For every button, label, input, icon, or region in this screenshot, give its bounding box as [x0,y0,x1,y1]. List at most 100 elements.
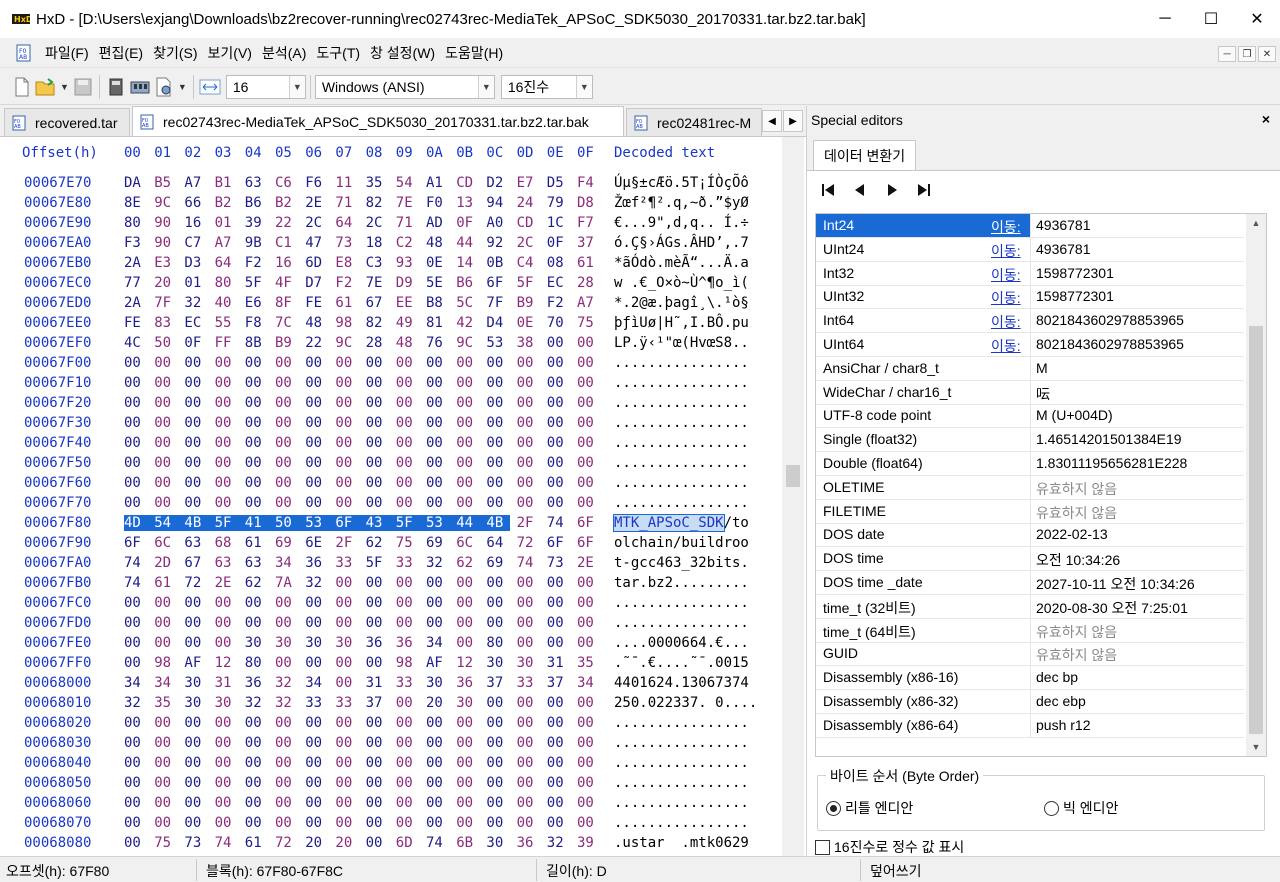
goto-link[interactable]: 이동: [991,288,1021,308]
hex-byte[interactable]: 00 [577,335,601,351]
hex-byte[interactable]: 00 [577,715,601,731]
hex-row[interactable]: 00068020 00 00 00 00 00 00 00 00 00 00 00 00 00 00 00 00… [0,715,790,735]
hex-byte[interactable]: A7 [184,175,208,191]
hex-byte[interactable]: 00 [517,735,541,751]
hex-byte[interactable]: 35 [577,655,601,671]
inspector-row[interactable]: Disassembly (x86-64) push r12 [816,713,1244,738]
tab-scroll-left-button[interactable]: ◀ [762,110,782,132]
hex-row[interactable]: 00068070 00 00 00 00 00 00 00 00 00 00 00 00 00 00 00 00… [0,815,790,835]
menu-tools[interactable]: 도구(T) [311,43,365,63]
hex-row[interactable]: 00068040 00 00 00 00 00 00 00 00 00 00 00 00 00 00 00 00… [0,755,790,775]
hex-byte[interactable]: 00 [305,395,329,411]
hex-byte[interactable]: 32 [184,295,208,311]
hex-byte[interactable]: 00 [517,355,541,371]
hex-byte[interactable]: 00 [426,355,450,371]
hex-byte[interactable]: 36 [396,635,420,651]
hex-byte[interactable]: 00 [396,755,420,771]
decoded-text[interactable]: ................ [614,415,749,431]
hex-row[interactable]: 00067FF0 00 98 AF 12 80 00 00 00 00 98 AF 12 30 30 31 35… [0,655,790,675]
hex-byte[interactable]: 0F [456,215,480,231]
hex-byte[interactable]: 00 [366,415,390,431]
decoded-text[interactable]: €...9",d,q.. Í.÷ [614,215,749,231]
hex-byte[interactable]: 00 [245,595,269,611]
hex-byte[interactable]: 00 [124,435,148,451]
hex-byte[interactable]: 31 [366,675,390,691]
hex-byte[interactable]: C7 [184,235,208,251]
hex-byte[interactable]: 70 [547,315,571,331]
hex-byte[interactable]: B8 [426,295,450,311]
hex-byte[interactable]: F8 [245,315,269,331]
hex-byte[interactable]: 00 [275,795,299,811]
hex-byte[interactable]: 00 [154,635,178,651]
hex-byte[interactable]: 00 [486,735,510,751]
decoded-text[interactable]: ................ [614,815,749,831]
hex-byte[interactable]: 66 [184,195,208,211]
hex-byte[interactable]: 00 [456,795,480,811]
hex-byte[interactable]: 69 [426,535,450,551]
tab-scroll-right-button[interactable]: ▶ [783,110,803,132]
hex-byte[interactable]: 30 [517,655,541,671]
hex-byte[interactable]: 00 [215,355,239,371]
hex-byte[interactable]: 00 [517,375,541,391]
hex-byte[interactable]: 00 [335,575,359,591]
hex-byte[interactable]: 30 [275,635,299,651]
hex-byte[interactable]: 00 [184,435,208,451]
hex-byte[interactable]: 82 [366,195,390,211]
inspector-value[interactable]: 유효하지 않음 [1036,479,1117,499]
decoded-text[interactable]: ................ [614,395,749,411]
hex-byte[interactable]: 00 [335,415,359,431]
hex-byte[interactable]: 41 [244,515,276,531]
hex-byte[interactable]: 43 [365,515,397,531]
hex-byte[interactable]: 00 [305,595,329,611]
tools-dropdown-icon[interactable]: ▼ [178,82,187,92]
hex-byte[interactable]: 00 [215,615,239,631]
hex-byte[interactable]: 32 [124,695,148,711]
hex-byte[interactable]: 98 [154,655,178,671]
decoded-text[interactable]: *.2@æ.þagî¸\.¹ò§ [614,295,749,311]
hex-byte[interactable]: 00 [577,615,601,631]
data-inspector-grid[interactable]: Int24 이동: 4936781 UInt24 이동: 4936781 Int32 이동: 1… [815,213,1267,757]
hex-byte[interactable]: 00 [335,615,359,631]
hex-byte[interactable]: 2A [124,255,148,271]
hex-byte[interactable]: CD [456,175,480,191]
hex-byte[interactable]: 00 [124,475,148,491]
goto-link[interactable]: 이동: [991,217,1021,237]
hex-byte[interactable]: 00 [547,615,571,631]
hex-byte[interactable]: 90 [154,215,178,231]
hex-byte[interactable]: 00 [426,795,450,811]
mdi-minimize-button[interactable]: ─ [1218,46,1236,62]
decoded-text[interactable]: ................ [614,615,749,631]
hex-byte[interactable]: 00 [275,415,299,431]
decoded-text[interactable]: t-gcc463_32bits. [614,555,749,571]
hex-byte[interactable]: 31 [547,655,571,671]
hex-byte[interactable]: 00 [124,495,148,511]
hex-byte[interactable]: 00 [426,815,450,831]
hex-byte[interactable]: 00 [245,355,269,371]
hex-byte[interactable]: 00 [154,755,178,771]
hex-byte[interactable]: 00 [366,595,390,611]
hex-byte[interactable]: 00 [124,755,148,771]
hex-row[interactable]: 00068010 32 35 30 30 32 32 33 33 37 00 20 30 00 00 00 00… [0,695,790,715]
hex-byte[interactable]: 00 [547,375,571,391]
menu-view[interactable]: 보기(V) [203,43,257,63]
hex-byte[interactable]: A0 [486,215,510,231]
hex-byte[interactable]: 47 [305,235,329,251]
hex-byte[interactable]: 54 [396,175,420,191]
last-icon[interactable] [913,179,935,201]
hex-byte[interactable]: 00 [396,615,420,631]
hex-byte[interactable]: 73 [184,835,208,851]
hex-byte[interactable]: 00 [547,695,571,711]
hex-byte[interactable]: 16 [275,255,299,271]
hex-byte[interactable]: 00 [335,475,359,491]
hex-byte[interactable]: 13 [456,195,480,211]
hex-row[interactable]: 00067F80 4D 54 4B 5F 41 50 53 6F 43 5F 53 44 4B 2F 74 6F… [0,514,790,535]
hex-byte[interactable]: 00 [184,595,208,611]
hex-byte[interactable]: 00 [275,475,299,491]
hex-byte[interactable]: 00 [577,815,601,831]
hex-byte[interactable]: 00 [215,595,239,611]
hex-byte[interactable]: F2 [335,275,359,291]
hex-byte[interactable]: 00 [517,615,541,631]
hex-byte[interactable]: 00 [517,595,541,611]
hex-byte[interactable]: 00 [366,715,390,731]
hex-byte[interactable]: 00 [426,495,450,511]
